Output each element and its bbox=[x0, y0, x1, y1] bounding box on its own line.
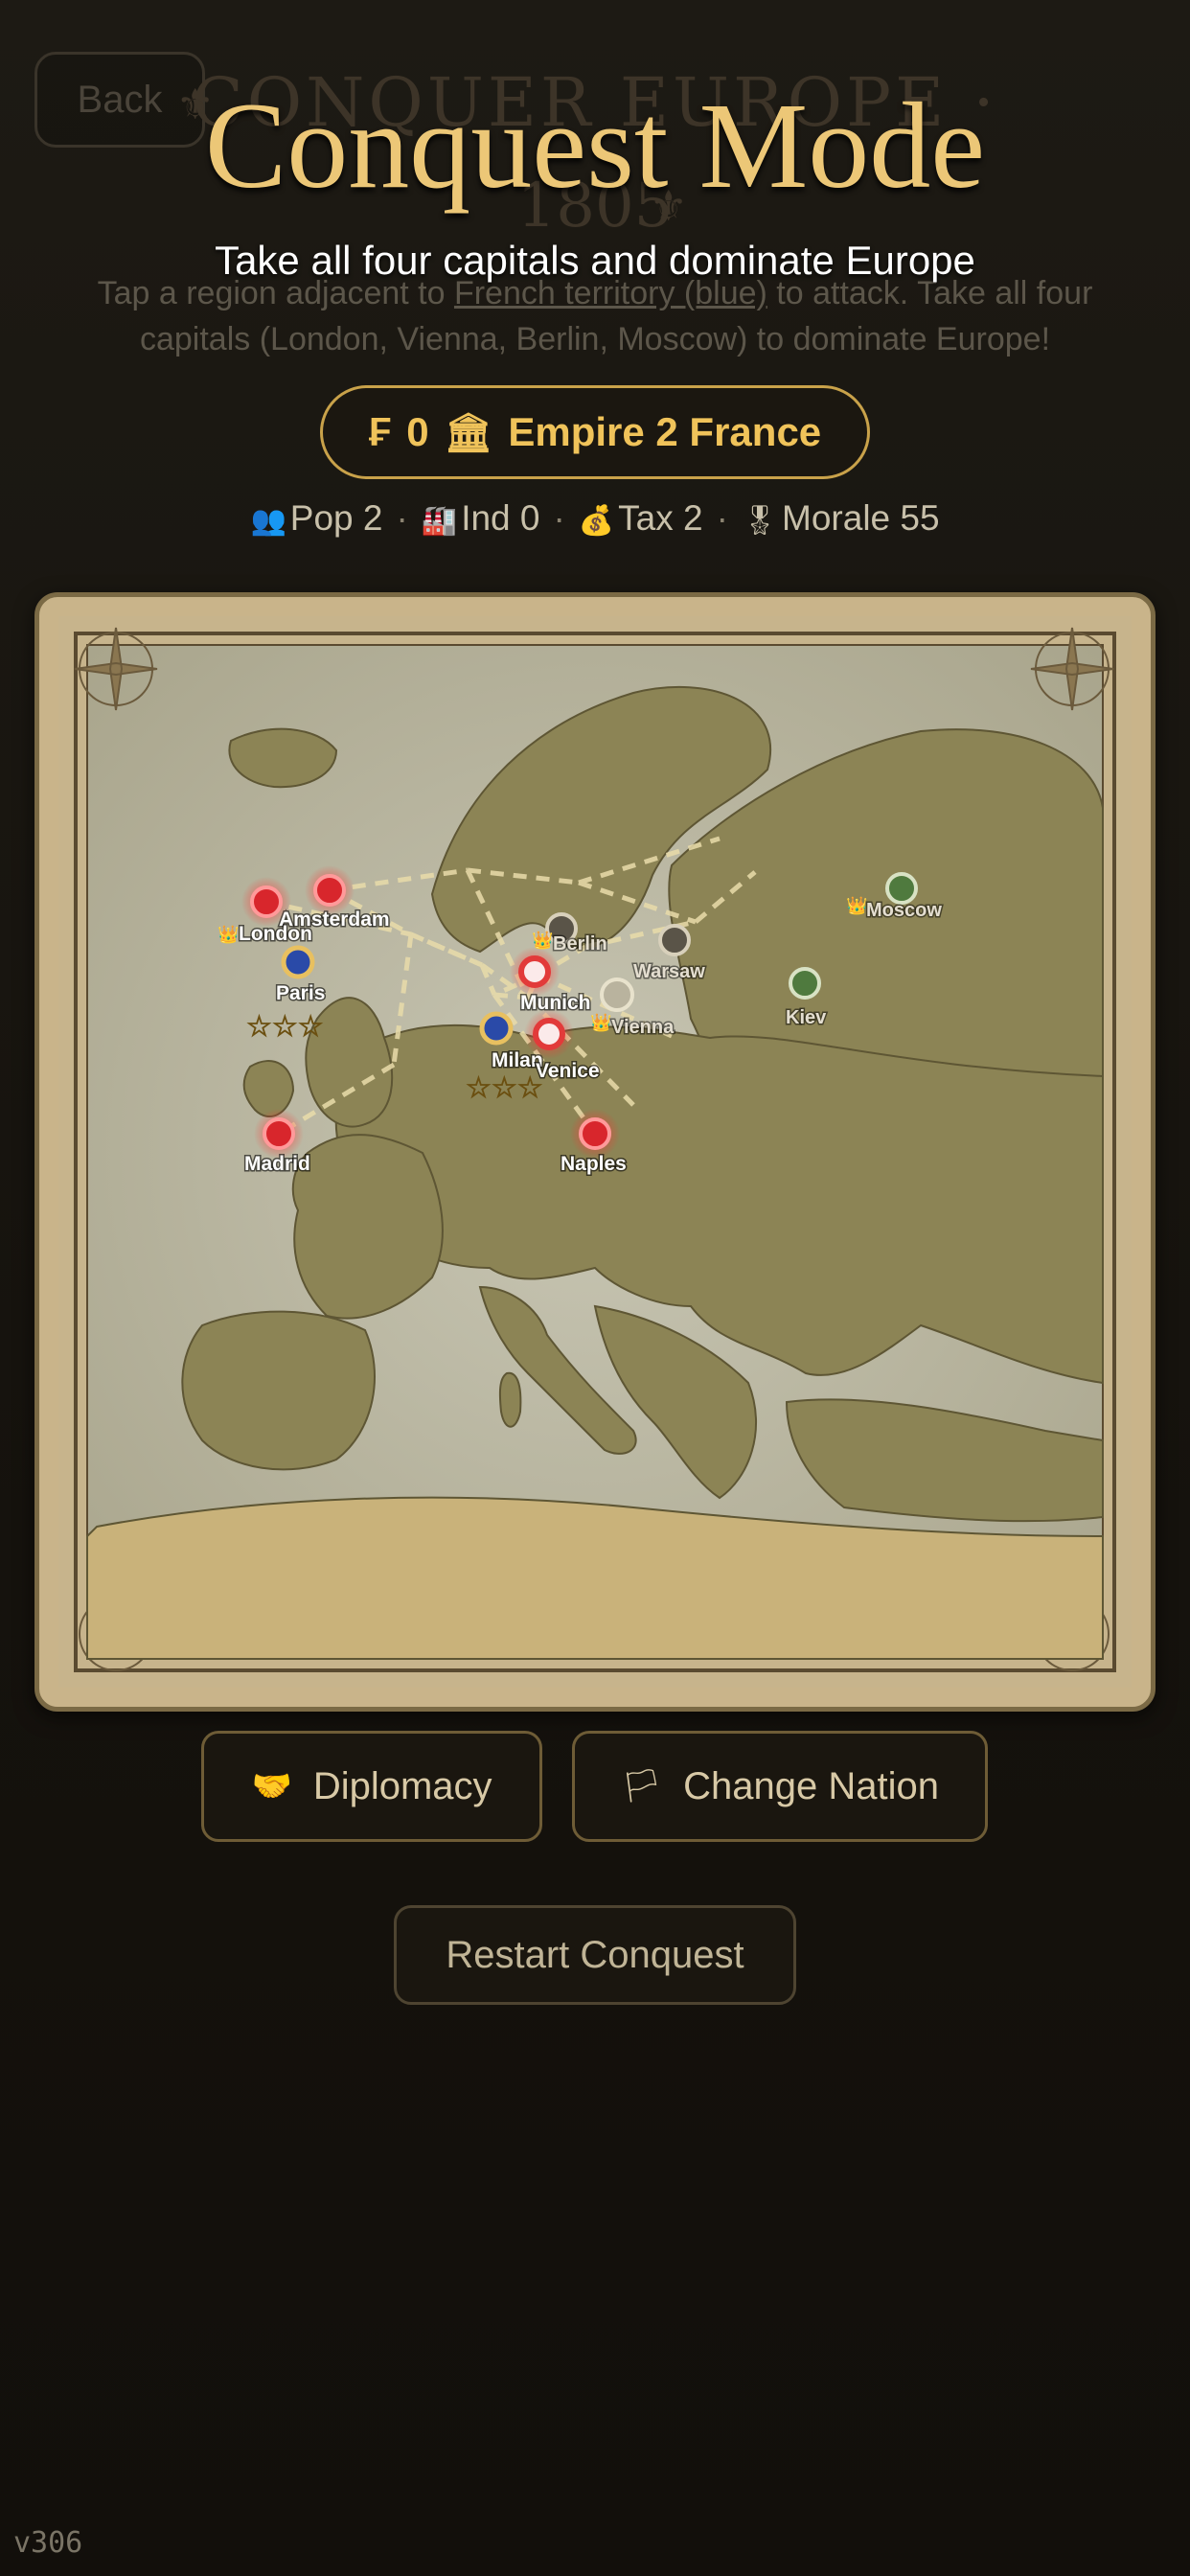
instructions-text: Tap a region adjacent to French territor… bbox=[97, 275, 1093, 357]
treasury-amount: 0 bbox=[406, 409, 429, 454]
city-label-amsterdam: Amsterdam bbox=[279, 908, 390, 931]
city-marker-london[interactable] bbox=[250, 886, 283, 918]
city-label-kiev: Kiev bbox=[786, 1007, 827, 1028]
medal-icon: 🎖 bbox=[741, 505, 779, 537]
white-flag-icon: 🏳 bbox=[620, 1768, 663, 1805]
city-marker-paris[interactable] bbox=[281, 945, 315, 979]
nation-stats: 👥 Pop 2 · 🏭 Ind 0 · 💰 Tax 2 · 🎖 Morale 55 bbox=[250, 498, 940, 538]
city-marker-vienna[interactable] bbox=[600, 978, 634, 1012]
bank-icon: 🏛 bbox=[444, 411, 493, 454]
diplomacy-button[interactable]: 🤝 Diplomacy bbox=[201, 1731, 542, 1842]
page-title: Conquest Mode bbox=[204, 78, 986, 214]
city-label-madrid: Madrid bbox=[244, 1153, 310, 1175]
handshake-icon: 🤝 bbox=[251, 1768, 292, 1805]
stat-pop: 👥 Pop 2 bbox=[250, 498, 383, 538]
stat-tax: 💰 Tax 2 bbox=[578, 498, 703, 538]
europe-map[interactable]: 👑 👑 👑 👑 London Amsterdam Paris Munich Mi… bbox=[34, 592, 1156, 1712]
city-marker-naples[interactable] bbox=[579, 1117, 611, 1150]
city-marker-milan[interactable] bbox=[479, 1011, 514, 1046]
city-label-paris: Paris bbox=[276, 982, 325, 1004]
treasury-badge: ₣ 0 🏛 Empire 2 France bbox=[320, 385, 870, 479]
factory-icon: 🏭 bbox=[421, 505, 458, 537]
people-icon: 👥 bbox=[250, 505, 286, 537]
city-marker-warsaw[interactable] bbox=[658, 924, 691, 956]
svg-text:👑: 👑 bbox=[532, 931, 553, 950]
svg-text:👑: 👑 bbox=[590, 1013, 611, 1032]
change-nation-button[interactable]: 🏳 Change Nation bbox=[572, 1731, 988, 1842]
city-label-berlin: Berlin bbox=[553, 933, 607, 954]
stat-morale: 🎖 Morale 55 bbox=[741, 498, 940, 538]
paris-stars: ☆☆☆ bbox=[246, 1011, 324, 1043]
stat-industry: 🏭 Ind 0 bbox=[421, 498, 540, 538]
map-canvas[interactable]: 👑 👑 👑 👑 London Amsterdam Paris Munich Mi… bbox=[58, 616, 1132, 1688]
city-label-venice: Venice bbox=[536, 1060, 600, 1082]
city-marker-moscow[interactable] bbox=[885, 872, 918, 905]
city-label-naples: Naples bbox=[561, 1153, 627, 1175]
svg-text:👑: 👑 bbox=[846, 896, 867, 915]
city-marker-madrid[interactable] bbox=[263, 1117, 295, 1150]
money-bag-icon: 💰 bbox=[578, 505, 615, 537]
city-marker-venice[interactable] bbox=[533, 1018, 565, 1050]
city-marker-munich[interactable] bbox=[518, 955, 551, 988]
restart-conquest-button[interactable]: Restart Conquest bbox=[394, 1905, 796, 2005]
city-marker-kiev[interactable] bbox=[789, 967, 821, 1000]
franc-symbol: ₣ bbox=[368, 409, 392, 454]
city-label-moscow: Moscow bbox=[866, 900, 942, 921]
city-marker-amsterdam[interactable] bbox=[313, 874, 346, 907]
city-label-vienna: Vienna bbox=[611, 1017, 675, 1038]
version-label: v306 bbox=[13, 2526, 83, 2560]
svg-text:👑: 👑 bbox=[217, 925, 239, 944]
empire-label: Empire 2 France bbox=[508, 409, 822, 454]
city-label-warsaw: Warsaw bbox=[633, 961, 705, 982]
city-label-munich: Munich bbox=[520, 992, 591, 1014]
milan-stars: ☆☆☆ bbox=[466, 1072, 543, 1104]
page-subtitle: Take all four capitals and dominate Euro… bbox=[215, 238, 975, 283]
